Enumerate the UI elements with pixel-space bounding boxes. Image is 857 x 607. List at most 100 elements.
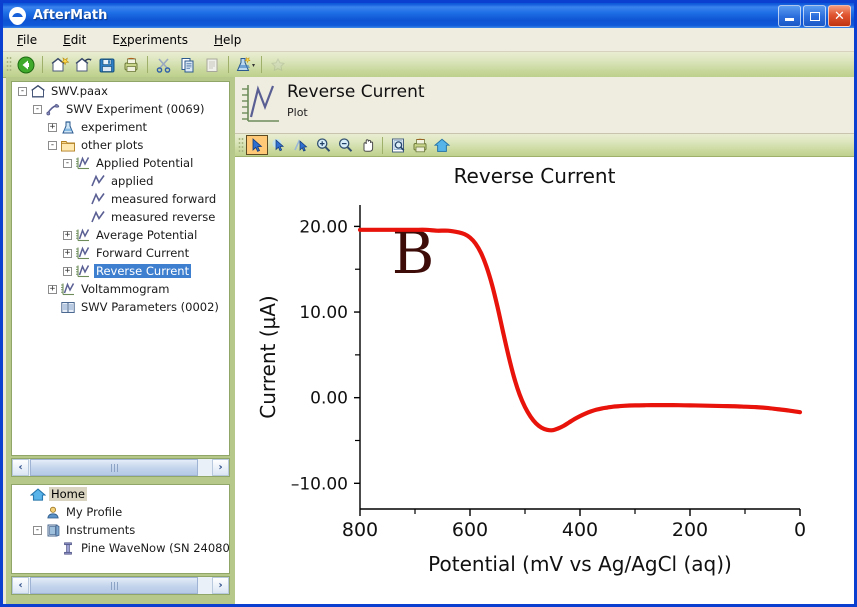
x-tick-label: 0 — [794, 519, 806, 541]
plot-header: Reverse Current Plot — [235, 77, 854, 134]
tree-item[interactable]: measured reverse — [12, 208, 229, 226]
copy-icon[interactable] — [177, 54, 199, 75]
instruments-icon — [47, 523, 60, 537]
scroll-thumb[interactable] — [30, 459, 199, 476]
tree-item[interactable]: My Profile — [12, 503, 229, 521]
plot-toolbar-grip[interactable] — [238, 136, 244, 154]
zoom-in-icon[interactable] — [312, 135, 334, 155]
tree-item[interactable]: + Voltammogram — [12, 280, 229, 298]
tree-item[interactable]: + Reverse Current — [12, 262, 229, 280]
tree-item[interactable]: + experiment — [12, 118, 229, 136]
collapse-icon[interactable]: - — [33, 104, 42, 114]
tree-item[interactable]: - SWV.paax — [12, 82, 229, 100]
tree-item[interactable]: - Applied Potential — [12, 154, 229, 172]
collapse-icon[interactable]: - — [33, 525, 42, 535]
scroll-left-icon[interactable]: ‹ — [12, 459, 29, 476]
expand-icon[interactable]: + — [63, 230, 72, 240]
x-axis-label: Potential (mV vs Ag/AgCl (aq)) — [428, 552, 732, 576]
x-tick-label: 800 — [342, 519, 378, 541]
menu-edit[interactable]: Edit — [63, 33, 86, 47]
window-controls: ✕ — [778, 5, 851, 27]
new-experiment-icon[interactable] — [234, 54, 256, 75]
expand-icon[interactable]: + — [63, 248, 72, 258]
folder-icon — [61, 140, 75, 151]
scroll-thumb[interactable] — [30, 577, 199, 594]
maximize-icon — [809, 11, 820, 21]
scroll-track[interactable] — [29, 577, 212, 594]
close-button[interactable]: ✕ — [828, 5, 851, 27]
menu-experiments[interactable]: Experiments — [112, 33, 188, 47]
tree-item-label: SWV Experiment (0069) — [66, 102, 205, 116]
plot-thumbnail-icon — [239, 81, 283, 127]
print-preview-icon[interactable] — [387, 135, 409, 155]
archive-tree[interactable]: - SWV.paax - SWV Experiment (0069) + experime… — [11, 81, 230, 456]
home-icon — [30, 487, 46, 501]
plot-icon — [76, 263, 90, 277]
trace-select-tool-icon[interactable] — [290, 135, 312, 155]
print-plot-icon[interactable] — [409, 135, 431, 155]
x-tick-label: 200 — [672, 519, 708, 541]
trace-icon — [91, 210, 105, 222]
expand-icon[interactable]: + — [63, 266, 72, 276]
maximize-button[interactable] — [803, 5, 826, 27]
collapse-icon[interactable]: - — [63, 158, 72, 168]
minimize-button[interactable] — [778, 5, 801, 27]
expand-icon[interactable]: + — [48, 284, 57, 294]
menu-help[interactable]: Help — [214, 33, 241, 47]
scroll-right-icon[interactable]: › — [212, 577, 229, 594]
plot-icon — [76, 227, 90, 241]
delete-archive-icon[interactable] — [72, 54, 94, 75]
paste-icon[interactable] — [201, 54, 223, 75]
back-icon[interactable] — [15, 54, 37, 75]
tree-item-label: Forward Current — [96, 246, 190, 260]
tree-item[interactable]: measured forward — [12, 190, 229, 208]
tree-item-label: Average Potential — [96, 228, 198, 242]
tree-item[interactable]: SWV Parameters (0002) — [12, 298, 229, 316]
window-title: AfterMath — [33, 8, 108, 23]
collapse-icon[interactable]: - — [18, 86, 27, 96]
star-disabled-icon — [267, 54, 289, 75]
scroll-right-icon[interactable]: › — [212, 459, 229, 476]
tree-item[interactable]: + Forward Current — [12, 244, 229, 262]
save-icon[interactable] — [96, 54, 118, 75]
data-select-tool-icon[interactable] — [268, 135, 290, 155]
scroll-left-icon[interactable]: ‹ — [12, 577, 29, 594]
tree-item-label: other plots — [81, 138, 144, 152]
home-tree[interactable]: Home My Profile - Instruments Pine WaveNow (… — [11, 484, 230, 574]
chart-canvas[interactable]: Reverse Current B –10.00 0.00 10.00 20.00 800 6… — [235, 157, 854, 604]
plot-icon — [76, 245, 90, 259]
tree-item-label: SWV Parameters (0002) — [81, 300, 219, 314]
tree-item[interactable]: + Average Potential — [12, 226, 229, 244]
print-icon[interactable] — [120, 54, 142, 75]
aftermath-logo-icon — [9, 6, 27, 25]
x-tick-label: 600 — [452, 519, 488, 541]
tree-item[interactable]: - Instruments — [12, 521, 229, 539]
tree-item[interactable]: Home — [12, 485, 229, 503]
tree-item-label: experiment — [81, 120, 148, 134]
zoom-out-icon[interactable] — [334, 135, 356, 155]
plot-icon — [61, 281, 75, 295]
tree-item[interactable]: applied — [12, 172, 229, 190]
collapse-icon[interactable]: - — [48, 140, 57, 150]
cut-icon[interactable] — [153, 54, 175, 75]
tree-item[interactable]: - other plots — [12, 136, 229, 154]
trace-icon — [91, 192, 105, 204]
archive-tree-hscrollbar[interactable]: ‹ › — [11, 458, 230, 477]
home-view-icon[interactable] — [431, 135, 453, 155]
tree-item-label: Voltammogram — [81, 282, 170, 296]
plot-icon — [76, 155, 90, 169]
expand-icon[interactable]: + — [48, 122, 57, 132]
home-tree-hscrollbar[interactable]: ‹ › — [11, 576, 230, 595]
toolbar-grip[interactable] — [6, 56, 12, 73]
select-tool-icon[interactable] — [246, 135, 268, 155]
toolbar-separator — [42, 56, 43, 73]
new-archive-icon[interactable] — [48, 54, 70, 75]
menu-file[interactable]: File — [17, 33, 37, 47]
close-icon: ✕ — [834, 8, 845, 24]
tree-item[interactable]: Pine WaveNow (SN 2408004) — [12, 539, 229, 557]
pan-tool-icon[interactable] — [356, 135, 378, 155]
tree-item[interactable]: - SWV Experiment (0069) — [12, 100, 229, 118]
scroll-track[interactable] — [29, 459, 212, 476]
